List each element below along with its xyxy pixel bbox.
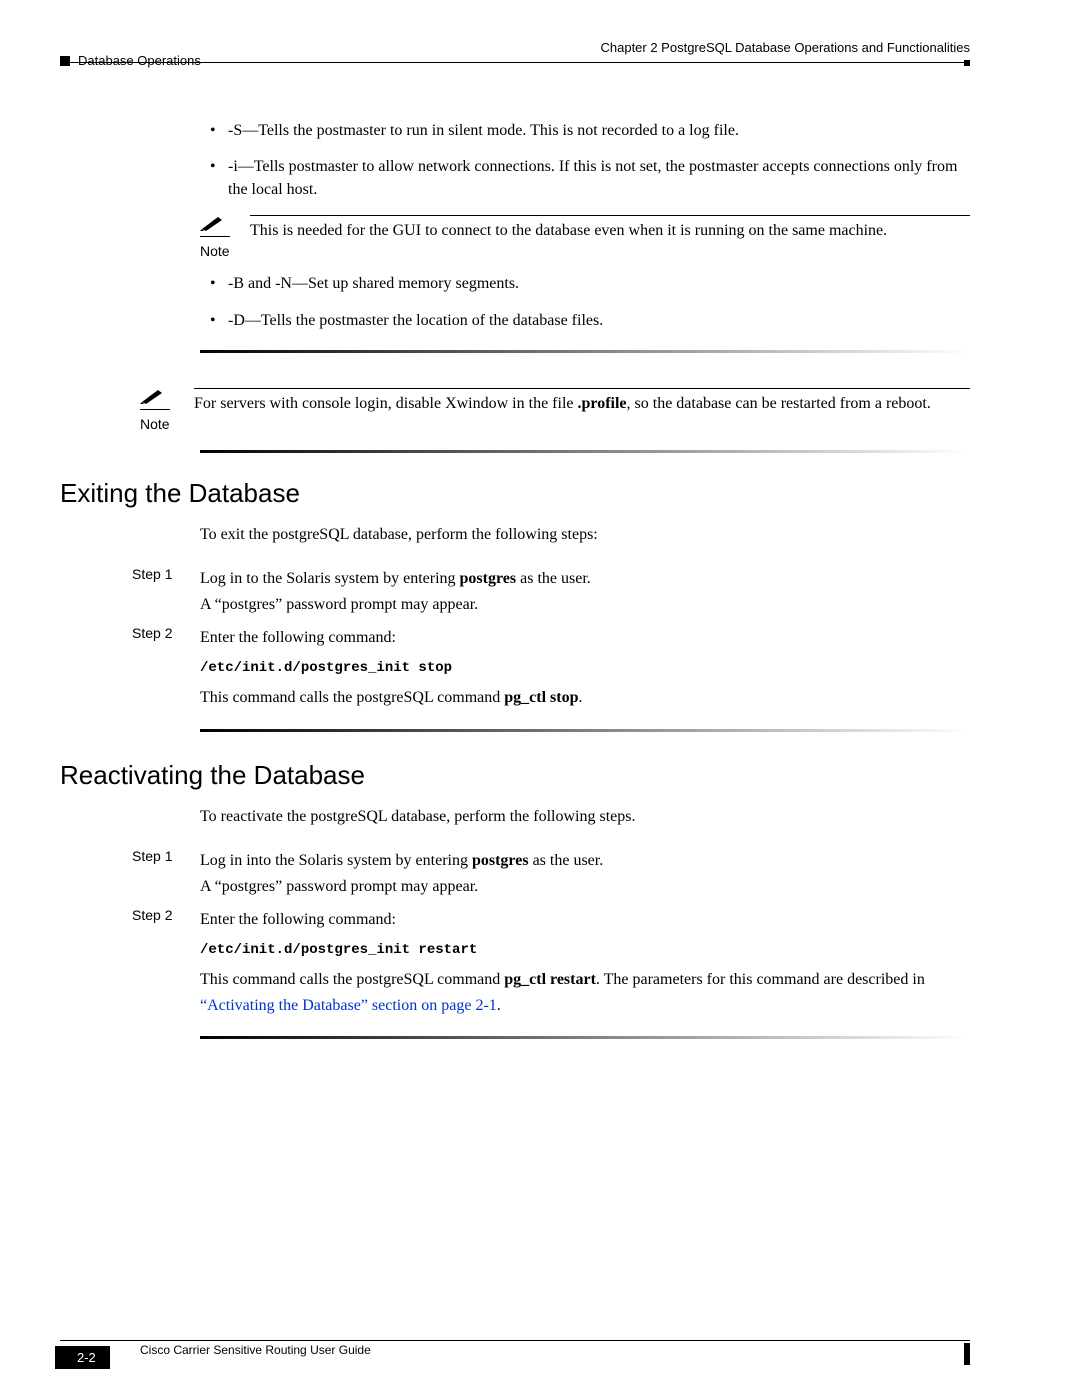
step-row: Step 2 Enter the following command: /etc… xyxy=(132,907,970,1018)
r-step1-pre: Log in into the Solaris system by enteri… xyxy=(200,852,472,869)
reactivating-intro: To reactivate the postgreSQL database, p… xyxy=(200,806,970,828)
note-label: Note xyxy=(140,416,170,432)
header-square-icon xyxy=(60,56,70,66)
content-top: -S—Tells the postmaster to run in silent… xyxy=(200,120,970,373)
step2-text: Enter the following command: xyxy=(200,629,396,646)
page: Chapter 2 PostgreSQL Database Operations… xyxy=(0,0,1080,1397)
note-body: For servers with console login, disable … xyxy=(194,388,970,415)
gradient-rule xyxy=(200,1036,970,1039)
footer-guide: Cisco Carrier Sensitive Routing User Gui… xyxy=(140,1343,371,1357)
reactivating-steps: Step 1 Log in into the Solaris system by… xyxy=(132,848,970,1059)
exiting-steps: Step 1 Log in to the Solaris system by e… xyxy=(132,566,970,752)
r-step1-bold: postgres xyxy=(472,852,529,869)
note-icon-col: Note xyxy=(140,388,172,432)
gradient-rule xyxy=(200,450,970,453)
r-step1-post: as the user. xyxy=(529,852,604,869)
r-step2-after-mid: . The parameters for this command are de… xyxy=(596,971,925,988)
step1-post: as the user. xyxy=(516,570,591,587)
step1-line2: A “postgres” password prompt may appear. xyxy=(200,592,970,618)
step-body: Enter the following command: /etc/init.d… xyxy=(200,625,970,711)
r-step2-after-post: . xyxy=(497,997,501,1014)
r-step2-after-pre: This command calls the postgreSQL comman… xyxy=(200,971,504,988)
note-icon-col: Note xyxy=(200,215,232,259)
page-number: 2-2 xyxy=(55,1346,110,1369)
gradient-rule xyxy=(200,729,970,732)
footer-bar-icon xyxy=(964,1343,970,1365)
note2-pre: For servers with console login, disable … xyxy=(194,395,578,412)
step-row: Step 2 Enter the following command: /etc… xyxy=(132,625,970,711)
command-text: /etc/init.d/postgres_init restart xyxy=(200,939,970,961)
note-underline xyxy=(140,409,170,410)
step-row: Step 1 Log in into the Solaris system by… xyxy=(132,848,970,899)
note2-bold: .profile xyxy=(578,395,627,412)
step1-pre: Log in to the Solaris system by entering xyxy=(200,570,460,587)
note-label: Note xyxy=(200,243,230,259)
step-body: Enter the following command: /etc/init.d… xyxy=(200,907,970,1018)
list-item: -B and -N—Set up shared memory segments. xyxy=(200,273,970,295)
note-body: This is needed for the GUI to connect to… xyxy=(250,215,970,242)
note-block-1: Note This is needed for the GUI to conne… xyxy=(200,215,970,259)
heading-reactivating: Reactivating the Database xyxy=(60,760,365,791)
note-underline xyxy=(200,236,230,237)
note-wide: Note For servers with console login, dis… xyxy=(140,378,970,442)
gradient-rule xyxy=(200,350,970,353)
step2-after-pre: This command calls the postgreSQL comman… xyxy=(200,689,504,706)
step-body: Log in to the Solaris system by entering… xyxy=(200,566,970,617)
cross-ref-link[interactable]: “Activating the Database” section on pag… xyxy=(200,997,497,1014)
step-label: Step 1 xyxy=(132,848,182,899)
pencil-icon xyxy=(200,215,228,235)
command-text: /etc/init.d/postgres_init stop xyxy=(200,657,970,679)
step-label: Step 2 xyxy=(132,907,182,1018)
header-bar-icon xyxy=(964,60,970,66)
footer-rule xyxy=(60,1340,970,1341)
list-item: -D—Tells the postmaster the location of … xyxy=(200,310,970,332)
options-list-1: -S—Tells the postmaster to run in silent… xyxy=(200,120,970,201)
step-label: Step 1 xyxy=(132,566,182,617)
header-chapter: Chapter 2 PostgreSQL Database Operations… xyxy=(600,40,970,55)
r-step2-text: Enter the following command: xyxy=(200,911,396,928)
pencil-icon xyxy=(140,388,168,408)
list-item: -S—Tells the postmaster to run in silent… xyxy=(200,120,970,142)
exiting-intro: To exit the postgreSQL database, perform… xyxy=(200,524,970,546)
options-list-2: -B and -N—Set up shared memory segments.… xyxy=(200,273,970,332)
step2-after-post: . xyxy=(578,689,582,706)
step2-after-bold: pg_ctl stop xyxy=(504,689,578,706)
step-body: Log in into the Solaris system by enteri… xyxy=(200,848,970,899)
step-label: Step 2 xyxy=(132,625,182,711)
step-row: Step 1 Log in to the Solaris system by e… xyxy=(132,566,970,617)
r-step1-line2: A “postgres” password prompt may appear. xyxy=(200,874,970,900)
heading-exiting: Exiting the Database xyxy=(60,478,300,509)
header-section: Database Operations xyxy=(78,53,201,68)
note2-post: , so the database can be restarted from … xyxy=(627,395,931,412)
list-item: -i—Tells postmaster to allow network con… xyxy=(200,156,970,201)
r-step2-after-bold: pg_ctl restart xyxy=(504,971,596,988)
step1-bold: postgres xyxy=(460,570,517,587)
